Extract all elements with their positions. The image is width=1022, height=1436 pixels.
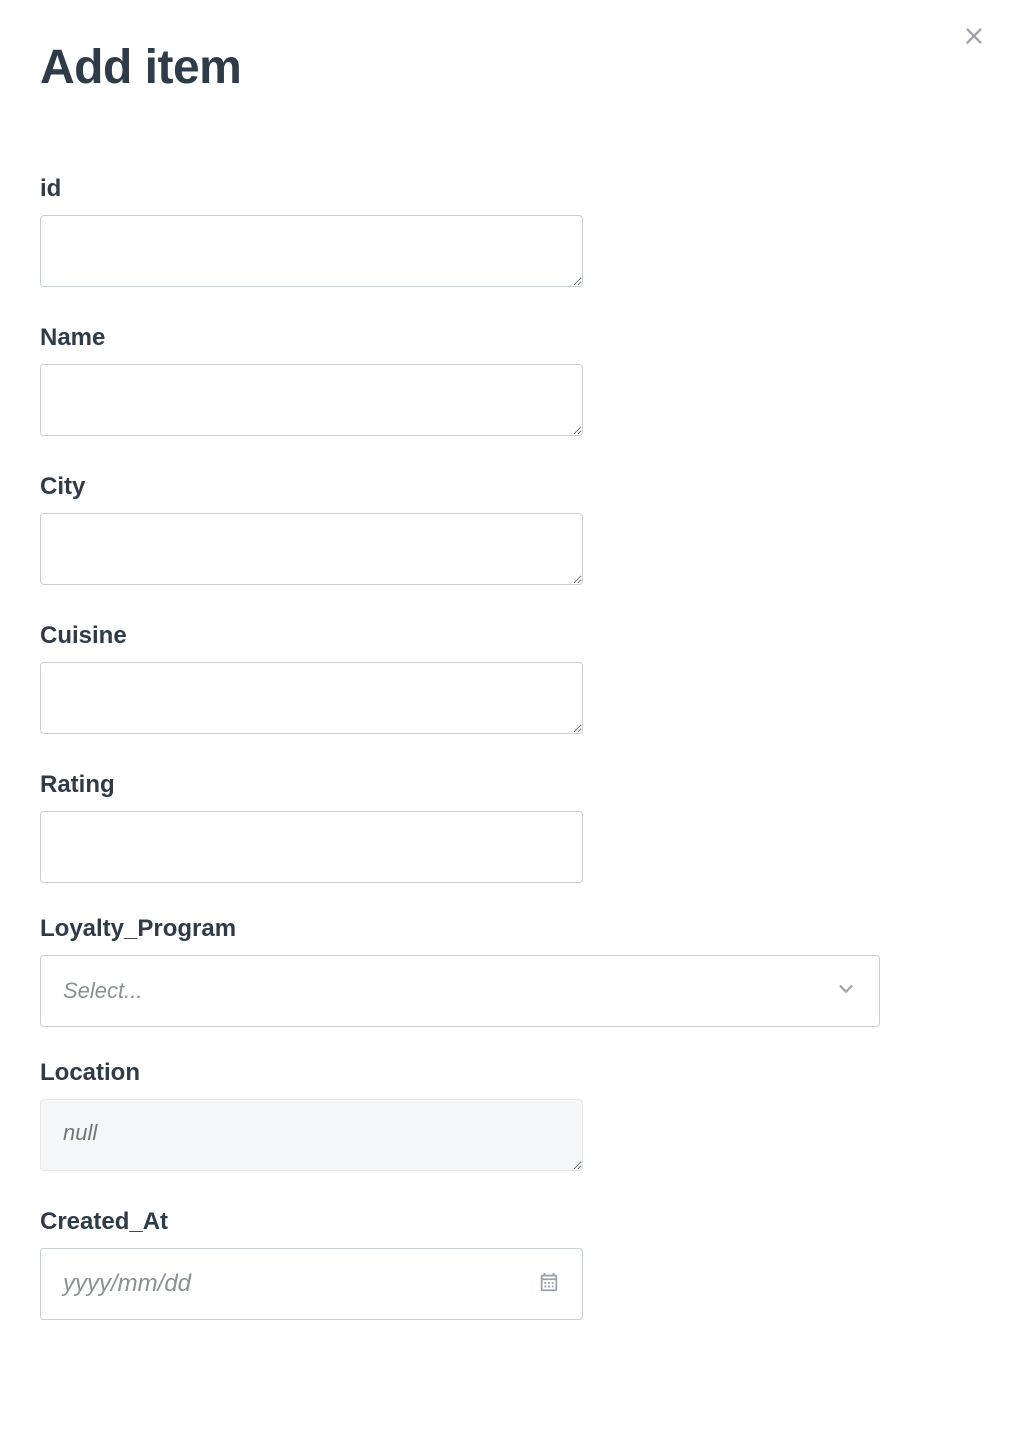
field-group-loyalty-program: Loyalty_Program Select... <box>40 915 982 1027</box>
location-label: Location <box>40 1059 982 1087</box>
city-label: City <box>40 473 982 501</box>
name-input[interactable] <box>40 364 583 436</box>
loyalty-program-select[interactable]: Select... <box>40 955 880 1027</box>
created-at-input[interactable]: yyyy/mm/dd <box>40 1248 583 1320</box>
created-at-label: Created_At <box>40 1208 982 1236</box>
rating-input[interactable] <box>40 811 583 883</box>
close-icon <box>960 22 988 55</box>
cuisine-label: Cuisine <box>40 622 982 650</box>
field-group-created-at: Created_At yyyy/mm/dd <box>40 1208 982 1320</box>
field-group-name: Name <box>40 324 982 441</box>
chevron-down-icon <box>835 978 857 1005</box>
calendar-icon <box>538 1271 560 1298</box>
city-input[interactable] <box>40 513 583 585</box>
rating-label: Rating <box>40 771 982 799</box>
close-button[interactable] <box>956 20 992 56</box>
modal-title: Add item <box>40 40 982 95</box>
field-group-cuisine: Cuisine <box>40 622 982 739</box>
id-label: id <box>40 175 982 203</box>
field-group-location: Location <box>40 1059 982 1176</box>
field-group-city: City <box>40 473 982 590</box>
loyalty-program-label: Loyalty_Program <box>40 915 982 943</box>
created-at-placeholder: yyyy/mm/dd <box>63 1270 191 1298</box>
cuisine-input[interactable] <box>40 662 583 734</box>
loyalty-program-placeholder: Select... <box>63 978 142 1004</box>
field-group-id: id <box>40 175 982 292</box>
id-input[interactable] <box>40 215 583 287</box>
name-label: Name <box>40 324 982 352</box>
field-group-rating: Rating <box>40 771 982 883</box>
location-input[interactable] <box>40 1099 583 1171</box>
